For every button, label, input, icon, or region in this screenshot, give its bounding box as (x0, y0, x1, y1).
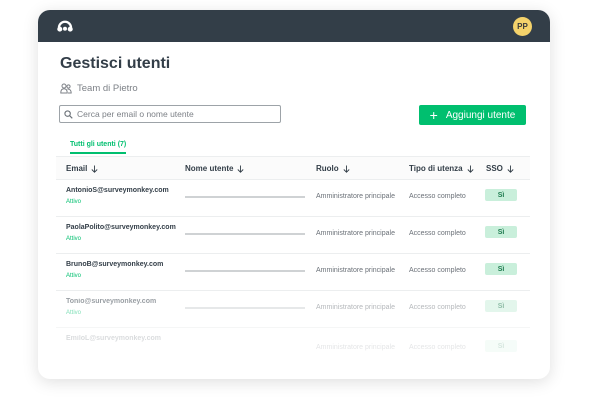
column-header-role[interactable]: Ruolo (316, 164, 350, 173)
user-role: Amministratore principale (316, 230, 395, 237)
user-status: Attivo (66, 273, 82, 279)
table-header: Email Nome utente Ruolo Tipo di utenza S… (56, 156, 530, 180)
tab-all-users[interactable]: Tutti gli utenti (7) (70, 141, 127, 154)
arrow-down-icon (237, 165, 244, 173)
table-row[interactable]: BrunoB@surveymonkey.com Attivo Amministr… (56, 254, 530, 291)
user-account-type: Accesso completo (409, 230, 466, 237)
column-header-label: SSO (486, 164, 503, 173)
username-placeholder-bar (185, 233, 305, 235)
surveymonkey-logo-icon[interactable] (56, 18, 74, 34)
table-row[interactable]: PaolaPolito@surveymonkey.com Attivo Ammi… (56, 217, 530, 254)
user-email: Tonio@surveymonkey.com (66, 298, 157, 305)
column-header-email[interactable]: Email (66, 164, 98, 173)
user-account-type: Accesso completo (409, 304, 466, 311)
user-email: AntonioS@surveymonkey.com (66, 187, 169, 194)
user-role: Amministratore principale (316, 193, 395, 200)
username-placeholder-bar (185, 270, 305, 272)
sso-badge: Sì (485, 189, 517, 201)
column-header-label: Email (66, 164, 88, 173)
sso-badge: Sì (485, 226, 517, 238)
user-account-type: Accesso completo (409, 344, 466, 351)
sso-badge: Sì (485, 300, 517, 312)
user-status: Attivo (66, 199, 82, 205)
user-email: EmiloL@surveymonkey.com (66, 335, 162, 342)
column-header-username[interactable]: Nome utente (185, 164, 244, 173)
sso-badge: Sì (485, 263, 517, 275)
column-header-account-type[interactable]: Tipo di utenza (409, 164, 474, 173)
column-header-label: Nome utente (185, 164, 234, 173)
user-management-card: PP Gestisci utenti Team di Pietro + Aggi… (38, 10, 550, 379)
user-role: Amministratore principale (316, 267, 395, 274)
user-account-type: Accesso completo (409, 193, 466, 200)
table-row[interactable]: EmiloL@surveymonkey.com Amministratore p… (56, 328, 530, 365)
avatar[interactable]: PP (513, 17, 532, 36)
top-navigation-bar: PP (38, 10, 550, 42)
username-placeholder-bar (185, 307, 305, 309)
arrow-down-icon (91, 165, 98, 173)
add-user-button[interactable]: + Aggiungi utente (419, 105, 526, 125)
arrow-down-icon (467, 165, 474, 173)
username-placeholder-bar (185, 196, 305, 198)
user-email: PaolaPolito@surveymonkey.com (66, 224, 176, 231)
user-status: Attivo (66, 236, 82, 242)
user-account-type: Accesso completo (409, 267, 466, 274)
column-header-label: Tipo di utenza (409, 164, 463, 173)
team-name: Team di Pietro (77, 83, 138, 94)
user-role: Amministratore principale (316, 304, 395, 311)
column-header-sso[interactable]: SSO (486, 164, 514, 173)
arrow-down-icon (507, 165, 514, 173)
search-box[interactable] (59, 105, 281, 123)
column-header-label: Ruolo (316, 164, 339, 173)
add-user-button-label: Aggiungi utente (445, 109, 516, 121)
users-group-icon (60, 83, 72, 94)
user-status: Attivo (66, 310, 82, 316)
arrow-down-icon (343, 165, 350, 173)
search-input[interactable] (73, 109, 267, 119)
page-title: Gestisci utenti (60, 55, 171, 72)
search-icon (64, 109, 73, 119)
sso-badge: Sì (485, 340, 517, 352)
team-label: Team di Pietro (60, 83, 138, 94)
plus-icon: + (429, 107, 438, 123)
user-role: Amministratore principale (316, 344, 395, 351)
user-email: BrunoB@surveymonkey.com (66, 261, 164, 268)
table-row[interactable]: AntonioS@surveymonkey.com Attivo Amminis… (56, 180, 530, 217)
table-row[interactable]: Tonio@surveymonkey.com Attivo Amministra… (56, 291, 530, 328)
